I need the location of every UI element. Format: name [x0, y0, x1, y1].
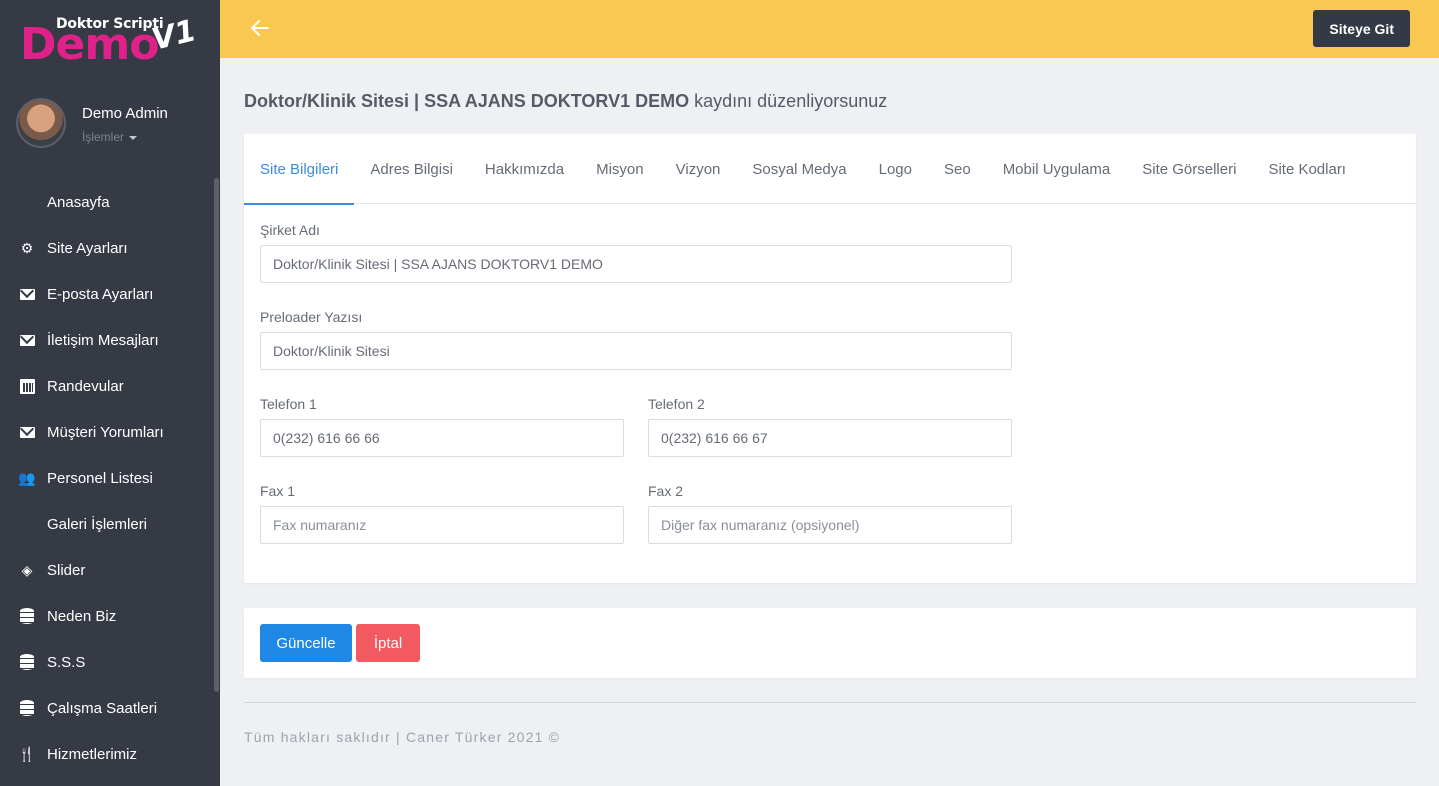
page-title-suffix: kaydını düzenliyorsunuz	[689, 91, 888, 111]
preloader-text-input[interactable]	[260, 332, 1012, 370]
phone1-label: Telefon 1	[260, 396, 317, 412]
sidebar-item-label: S.S.S	[47, 653, 86, 671]
fax2-label: Fax 2	[648, 483, 684, 499]
mail-icon	[19, 332, 35, 348]
company-name-input[interactable]	[260, 245, 1012, 283]
page-title-record: Doktor/Klinik Sitesi | SSA AJANS DOKTORV…	[244, 91, 690, 111]
go-to-site-button[interactable]: Siteye Git	[1313, 10, 1410, 47]
layers-icon: ◈	[21, 561, 33, 578]
user-actions-label: İşlemler	[82, 130, 125, 144]
cutlery-icon: 🍴	[18, 745, 36, 762]
tab-site-bilgileri[interactable]: Site Bilgileri	[244, 134, 355, 205]
sidebar-scrollbar[interactable]	[214, 178, 219, 692]
sidebar: Doktor Scripti Demo V1 Demo Admin İşleml…	[0, 0, 220, 786]
user-name: Demo Admin	[82, 105, 168, 122]
grid-icon	[19, 516, 35, 532]
page-title: Doktor/Klinik Sitesi | SSA AJANS DOKTORV…	[244, 91, 887, 112]
mail-icon	[19, 286, 35, 302]
footer-divider	[244, 702, 1416, 703]
sidebar-item-label: Galeri İşlemleri	[47, 515, 148, 533]
phone2-input[interactable]	[648, 419, 1012, 457]
actions-card: Güncelle İptal	[244, 608, 1416, 678]
mail-icon	[19, 424, 35, 440]
sidebar-item-label: Personel Listesi	[47, 469, 153, 487]
dashboard-icon	[19, 194, 35, 210]
sidebar-item-site-ayarlari[interactable]: ⚙ Site Ayarları	[0, 225, 212, 271]
sidebar-item-sss[interactable]: S.S.S	[0, 639, 212, 685]
sidebar-item-label: Anasayfa	[47, 193, 110, 211]
sidebar-item-label: İletişim Mesajları	[47, 331, 159, 349]
tab-mobil-uygulama[interactable]: Mobil Uygulama	[987, 134, 1127, 204]
sidebar-item-label: Slider	[47, 561, 86, 579]
phone2-label: Telefon 2	[648, 396, 705, 412]
tab-sosyal-medya[interactable]: Sosyal Medya	[736, 134, 862, 204]
fax2-input[interactable]	[648, 506, 1012, 544]
phone1-input[interactable]	[260, 419, 624, 457]
tab-adres-bilgisi[interactable]: Adres Bilgisi	[354, 134, 469, 204]
caret-down-icon	[129, 135, 138, 140]
tab-misyon[interactable]: Misyon	[580, 134, 660, 204]
logo-big-text: Demo	[20, 19, 159, 70]
sidebar-menu: Anasayfa ⚙ Site Ayarları E-posta Ayarlar…	[0, 179, 212, 777]
sidebar-item-calisma-saatleri[interactable]: Çalışma Saatleri	[0, 685, 212, 731]
fax1-label: Fax 1	[260, 483, 296, 499]
database-icon	[19, 700, 35, 716]
calendar-icon	[19, 378, 35, 394]
sidebar-item-label: Randevular	[47, 377, 124, 395]
user-panel: Demo Admin İşlemler	[16, 98, 206, 150]
footer-text: Tüm hakları saklıdır | Caner Türker 2021…	[244, 729, 561, 745]
sidebar-item-randevular[interactable]: Randevular	[0, 363, 212, 409]
tab-logo[interactable]: Logo	[863, 134, 928, 204]
sidebar-item-label: Çalışma Saatleri	[47, 699, 158, 717]
arrow-left-icon[interactable]	[248, 16, 274, 42]
user-actions-dropdown[interactable]: İşlemler	[82, 130, 138, 144]
sidebar-item-iletisim-mesajlari[interactable]: İletişim Mesajları	[0, 317, 212, 363]
preloader-text-label: Preloader Yazısı	[260, 309, 363, 325]
tab-vizyon[interactable]: Vizyon	[660, 134, 737, 204]
sidebar-item-label: Müşteri Yorumları	[47, 423, 164, 441]
sidebar-item-slider[interactable]: ◈ Slider	[0, 547, 212, 593]
sidebar-item-hizmetlerimiz[interactable]: 🍴 Hizmetlerimiz	[0, 731, 212, 777]
tab-bar: Site Bilgileri Adres Bilgisi Hakkımızda …	[244, 134, 1416, 205]
sidebar-item-label: Site Ayarları	[47, 239, 128, 257]
sidebar-item-eposta-ayarlari[interactable]: E-posta Ayarları	[0, 271, 212, 317]
sidebar-item-label: Neden Biz	[47, 607, 117, 625]
tab-site-gorselleri[interactable]: Site Görselleri	[1126, 134, 1252, 204]
database-icon	[19, 608, 35, 624]
tab-site-kodlari[interactable]: Site Kodları	[1252, 134, 1362, 204]
sidebar-item-musteri-yorumlari[interactable]: Müşteri Yorumları	[0, 409, 212, 455]
avatar	[16, 98, 66, 148]
company-name-label: Şirket Adı	[260, 222, 320, 238]
users-icon: 👥	[18, 469, 36, 486]
tab-hakkimizda[interactable]: Hakkımızda	[469, 134, 580, 204]
tab-seo[interactable]: Seo	[928, 134, 987, 204]
topbar: Siteye Git	[220, 0, 1439, 58]
sidebar-item-label: Hizmetlerimiz	[47, 745, 137, 763]
update-button[interactable]: Güncelle	[260, 624, 352, 662]
sidebar-item-personel-listesi[interactable]: 👥 Personel Listesi	[0, 455, 212, 501]
logo[interactable]: Doktor Scripti Demo V1	[20, 13, 200, 70]
sidebar-item-anasayfa[interactable]: Anasayfa	[0, 179, 212, 225]
gear-icon: ⚙	[20, 239, 34, 256]
sidebar-item-galeri-islemleri[interactable]: Galeri İşlemleri	[0, 501, 212, 547]
fax1-input[interactable]	[260, 506, 624, 544]
database-icon	[19, 654, 35, 670]
form-card: Site Bilgileri Adres Bilgisi Hakkımızda …	[244, 134, 1416, 583]
sidebar-item-neden-biz[interactable]: Neden Biz	[0, 593, 212, 639]
sidebar-item-label: E-posta Ayarları	[47, 285, 154, 303]
cancel-button[interactable]: İptal	[356, 624, 420, 662]
